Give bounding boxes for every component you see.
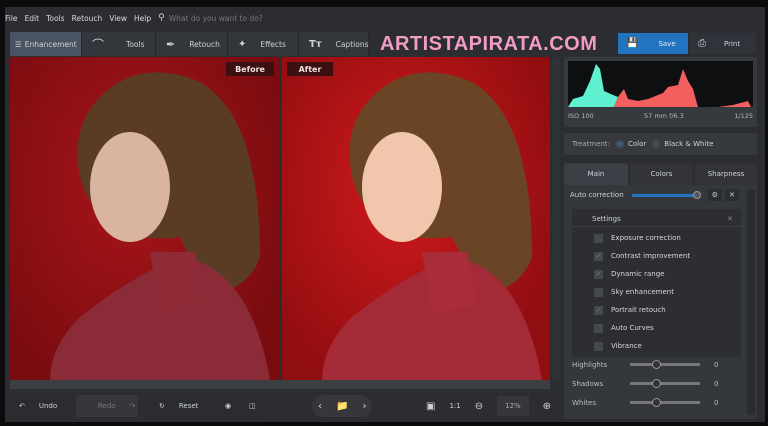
magic-wand-icon: ✦ [238, 38, 247, 50]
panel-scrollbar[interactable] [747, 189, 755, 415]
search-input[interactable]: ⚲ What do you want to do? [158, 13, 263, 23]
save-icon: 💾 [626, 38, 639, 49]
zoom-controls: ▣ 1:1 ⊖ 12% ⊕ [426, 395, 551, 417]
treatment-color-radio[interactable]: Color [615, 140, 646, 148]
reset-icon: ↻ [159, 402, 165, 410]
menu-view[interactable]: View [109, 14, 127, 23]
checkbox[interactable] [594, 233, 603, 243]
history-controls: ↶ Undo Redo ↷ ↻ Reset ◉ ◫ [10, 395, 262, 417]
text-icon: Tт [309, 38, 322, 50]
treatment-bw-radio[interactable]: Black & White [652, 140, 713, 148]
checkbox[interactable]: ✓ [594, 251, 603, 261]
next-icon[interactable]: › [362, 401, 366, 412]
eye-icon: ◉ [225, 402, 232, 410]
compare-button[interactable]: ◫ [240, 395, 262, 417]
histogram [568, 61, 753, 107]
setting-contrast-improvement[interactable]: ✓ Contrast improvement [594, 247, 741, 265]
checkbox[interactable] [594, 287, 603, 297]
checkbox[interactable] [594, 341, 603, 351]
slider-row-highlights: Highlights 0 [572, 360, 719, 369]
redo-button[interactable]: Redo ↷ [76, 395, 138, 417]
vertical-scrollbar[interactable] [552, 57, 560, 380]
menu-bar: File Edit Tools Retouch View Help ⚲ What … [5, 10, 263, 26]
right-panel: ISO 100 57 mm f/6.3 1/125 Treatment: Col… [564, 57, 757, 419]
file-navigation: ‹ 📁 › [312, 395, 373, 417]
setting-auto-curves[interactable]: Auto Curves [594, 319, 741, 337]
menu-edit[interactable]: Edit [25, 14, 40, 23]
zoom-level: 12% [497, 396, 529, 416]
slider-row-shadows: Shadows 0 [572, 379, 719, 388]
watermark: ARTISTAPIRATA.COM [380, 33, 598, 55]
iso-value: ISO 100 [568, 112, 594, 120]
horizontal-scrollbar[interactable] [10, 380, 550, 389]
setting-portrait-retouch[interactable]: ✓ Portrait retouch [594, 301, 741, 319]
settings-popup: Settings ✕ Exposure correction ✓ Contrast … [572, 209, 741, 357]
auto-correction-slider[interactable] [631, 190, 701, 199]
close-icon[interactable]: ✕ [724, 189, 739, 201]
fit-screen-icon[interactable]: ▣ [426, 401, 435, 412]
tab-main[interactable]: Main [564, 163, 628, 185]
search-icon: ⚲ [158, 13, 165, 23]
preview-toggle[interactable]: ◉ [216, 395, 240, 417]
undo-icon: ↶ [19, 402, 25, 410]
before-label: Before [226, 62, 274, 76]
setting-sky-enhancement[interactable]: Sky enhancement [594, 283, 741, 301]
auto-correction-row: Auto correction ⚙ ✕ [564, 185, 757, 205]
treatment-selector: Treatment: Color Black & White [564, 133, 757, 155]
tab-sharpness[interactable]: Sharpness [695, 163, 757, 185]
tab-effects[interactable]: ✦ Effects [228, 32, 299, 56]
settings-close-icon[interactable]: ✕ [727, 215, 733, 226]
setting-vibrance[interactable]: Vibrance [594, 337, 741, 355]
split-view-icon: ◫ [249, 402, 256, 410]
folder-icon[interactable]: 📁 [336, 401, 348, 412]
menu-retouch[interactable]: Retouch [72, 14, 103, 23]
gear-icon[interactable]: ⚙ [707, 189, 722, 201]
sliders-icon: ☰ [15, 39, 22, 49]
checkbox[interactable] [594, 323, 603, 333]
zoom-out-icon[interactable]: ⊖ [475, 401, 483, 412]
after-image [282, 57, 550, 380]
tab-colors[interactable]: Colors [630, 163, 693, 185]
previous-icon[interactable]: ‹ [318, 401, 322, 412]
checkbox[interactable]: ✓ [594, 269, 603, 279]
tab-retouch[interactable]: ✒ Retouch [156, 32, 228, 56]
reset-button[interactable]: ↻ Reset [150, 395, 210, 417]
tab-tools[interactable]: ⌒ Tools [82, 32, 156, 56]
undo-button[interactable]: ↶ Undo [10, 395, 76, 417]
setting-exposure-correction[interactable]: Exposure correction [594, 229, 741, 247]
highlights-slider[interactable] [630, 360, 700, 369]
setting-dynamic-range[interactable]: ✓ Dynamic range [594, 265, 741, 283]
brush-icon: ✒ [166, 37, 176, 51]
slider-row-whites: Whites 0 [572, 398, 719, 407]
whites-slider[interactable] [630, 398, 700, 407]
tab-enhancement[interactable]: ☰ Enhancement [10, 32, 82, 56]
before-image [10, 57, 280, 380]
printer-icon: ⎙ [698, 38, 706, 49]
tab-captions[interactable]: Tт Captions [299, 32, 369, 56]
print-button[interactable]: ⎙ Print [690, 33, 756, 54]
after-label: After [287, 62, 333, 76]
lens-value: 57 mm f/6.3 [644, 112, 684, 120]
zoom-in-icon[interactable]: ⊕ [543, 401, 551, 412]
histogram-panel: ISO 100 57 mm f/6.3 1/125 [564, 57, 757, 127]
menu-file[interactable]: File [5, 14, 18, 23]
main-toolbar: ☰ Enhancement ⌒ Tools ✒ Retouch ✦ Effects Tт… [10, 32, 369, 56]
redo-icon: ↷ [129, 402, 136, 410]
main-tab-content: Auto correction ⚙ ✕ Settings ✕ Exposure … [564, 185, 757, 419]
crop-icon: ⌒ [92, 37, 105, 52]
zoom-1-1-button[interactable]: 1:1 [449, 402, 460, 410]
menu-tools[interactable]: Tools [46, 14, 64, 23]
panel-tabs: Main Colors Sharpness [564, 163, 757, 185]
checkbox[interactable]: ✓ [594, 305, 603, 315]
shutter-value: 1/125 [734, 112, 753, 120]
save-button[interactable]: 💾 Save [618, 33, 688, 54]
menu-help[interactable]: Help [134, 14, 151, 23]
shadows-slider[interactable] [630, 379, 700, 388]
